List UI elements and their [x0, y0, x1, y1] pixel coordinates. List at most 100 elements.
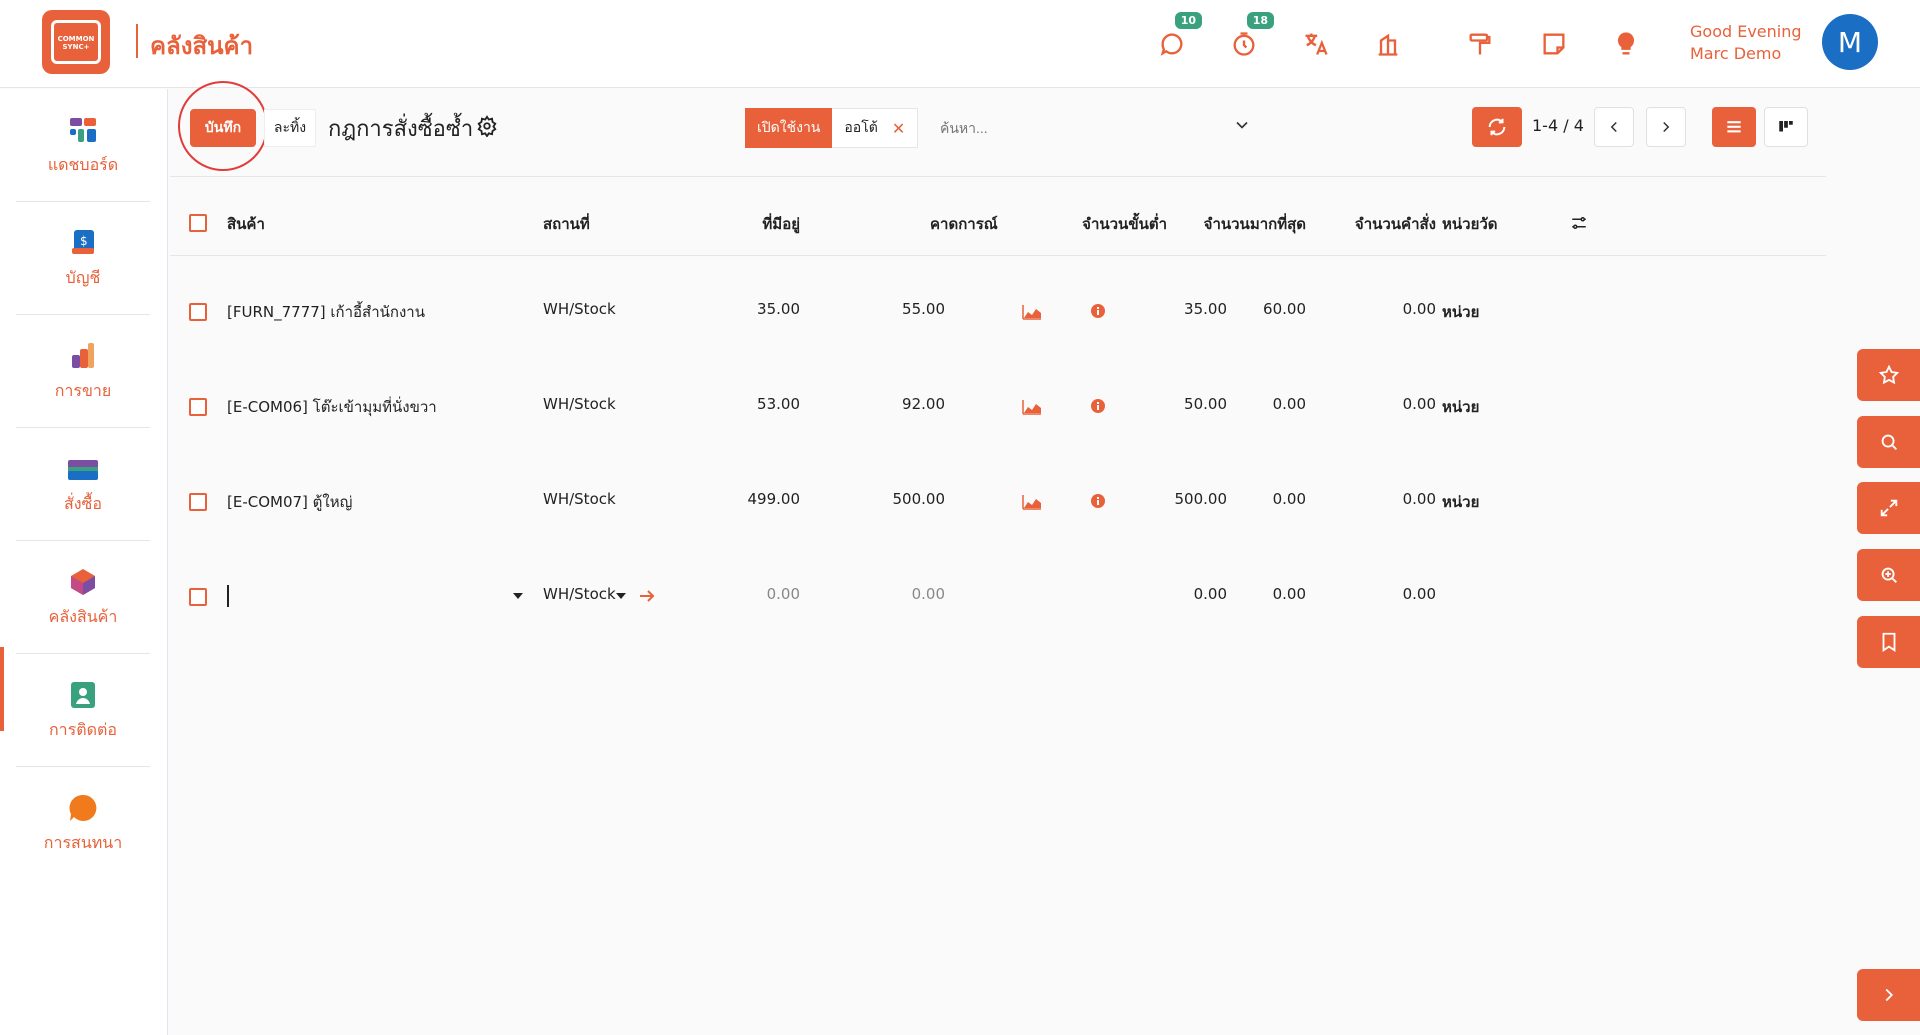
sidebar-item-label: การขาย: [54, 381, 112, 400]
gear-icon[interactable]: [476, 115, 498, 137]
cell-location[interactable]: WH/Stock: [543, 300, 616, 318]
optional-columns-icon[interactable]: [1570, 214, 1588, 232]
cell-product[interactable]: [FURN_7777] เก้าอี้สำนักงาน: [227, 300, 425, 324]
chevron-down-icon[interactable]: [1232, 115, 1252, 135]
caret-down-icon[interactable]: [615, 591, 627, 601]
expand-button[interactable]: [1857, 482, 1920, 534]
cell-max-qty[interactable]: 0.00: [1186, 395, 1306, 413]
new-table-row[interactable]: WH/Stock 0.00 0.00 0.00 0.00 0.00: [170, 549, 1826, 644]
table-row[interactable]: [E-COM06] โต๊ะเข้ามุมที่นั่งขวา WH/Stock…: [170, 359, 1826, 454]
column-max-qty[interactable]: จำนวนมากที่สุด: [1170, 212, 1306, 236]
row-checkbox[interactable]: [189, 398, 207, 416]
cell-location[interactable]: WH/Stock: [543, 395, 616, 413]
paint-roller-icon[interactable]: [1466, 30, 1494, 58]
row-checkbox[interactable]: [189, 303, 207, 321]
timer-icon[interactable]: 18: [1230, 12, 1274, 58]
column-on-hand[interactable]: ที่มีอยู่: [680, 212, 800, 236]
sidebar-item-sales[interactable]: การขาย: [16, 315, 150, 428]
company-icon[interactable]: [1374, 30, 1402, 58]
dashboard-icon: [70, 118, 96, 142]
list-view-button[interactable]: [1712, 107, 1756, 147]
table-row[interactable]: [FURN_7777] เก้าอี้สำนักงาน WH/Stock 35.…: [170, 264, 1826, 359]
discard-button[interactable]: ละทิ้ง: [264, 109, 316, 147]
cell-uom[interactable]: หน่วย: [1442, 490, 1479, 514]
cell-product[interactable]: [E-COM07] ตู้ใหญ่: [227, 490, 352, 514]
expand-panel-button[interactable]: [1857, 969, 1920, 1021]
facet-value-text: ออโต้: [844, 120, 878, 136]
pager-next-button[interactable]: [1646, 107, 1686, 147]
cell-on-hand: 0.00: [766, 585, 800, 603]
sidebar-item-contacts[interactable]: การติดต่อ: [16, 654, 150, 767]
row-checkbox[interactable]: [189, 588, 207, 606]
caret-down-icon[interactable]: [512, 591, 524, 601]
pager-previous-button[interactable]: [1594, 107, 1634, 147]
area-chart-icon[interactable]: [1022, 302, 1042, 320]
cell-on-hand: 499.00: [747, 490, 801, 508]
contacts-icon: [71, 682, 95, 708]
avatar[interactable]: M: [1822, 14, 1878, 70]
divider: [136, 24, 138, 58]
sidebar-item-purchase[interactable]: สั่งซื้อ: [16, 428, 150, 541]
timer-badge: 18: [1246, 12, 1274, 29]
kanban-view-button[interactable]: [1764, 107, 1808, 147]
chat-icon[interactable]: 10: [1158, 12, 1202, 58]
pager-value[interactable]: 1-4 / 4: [1532, 116, 1584, 135]
save-button[interactable]: บันทึก: [190, 109, 256, 147]
chevron-right-icon: [1885, 988, 1893, 1002]
cell-uom[interactable]: หน่วย: [1442, 395, 1479, 419]
cell-max-qty[interactable]: 0.00: [1186, 490, 1306, 508]
select-all-checkbox[interactable]: [189, 214, 207, 232]
refresh-button[interactable]: [1472, 107, 1522, 147]
search-facet: เปิดใช้งาน ออโต้ ✕: [745, 108, 919, 148]
product-input[interactable]: [227, 585, 527, 607]
column-location[interactable]: สถานที่: [543, 212, 590, 236]
table-row[interactable]: [E-COM07] ตู้ใหญ่ WH/Stock 499.00 500.00…: [170, 454, 1826, 549]
cell-location[interactable]: WH/Stock: [543, 490, 616, 508]
sidebar-item-label: บัญชี: [65, 268, 101, 287]
translate-icon[interactable]: [1302, 30, 1330, 58]
close-icon[interactable]: ✕: [892, 119, 905, 138]
bookmark-button[interactable]: [1857, 616, 1920, 668]
sales-icon: [72, 343, 94, 368]
svg-text:$: $: [80, 234, 88, 248]
info-icon[interactable]: [1088, 492, 1108, 510]
zoom-button[interactable]: [1857, 549, 1920, 601]
cell-forecast: 55.00: [902, 300, 945, 318]
info-icon[interactable]: [1088, 302, 1108, 320]
sidebar-item-dashboard[interactable]: แดชบอร์ด: [16, 89, 150, 202]
cell-to-order: 0.00: [1402, 585, 1436, 603]
area-chart-icon[interactable]: [1022, 492, 1042, 510]
cell-max-qty[interactable]: 60.00: [1186, 300, 1306, 318]
cell-uom[interactable]: หน่วย: [1442, 300, 1479, 324]
sidebar-item-inventory[interactable]: คลังสินค้า: [16, 541, 150, 654]
cell-forecast: 0.00: [911, 585, 945, 603]
location-input[interactable]: WH/Stock: [543, 585, 616, 603]
greeting: Good Evening Marc Demo: [1690, 21, 1802, 65]
column-min-qty[interactable]: จำนวนขั้นต่ำ: [1030, 212, 1167, 236]
sidebar-item-discuss[interactable]: การสนทนา: [16, 767, 150, 880]
area-chart-icon[interactable]: [1022, 397, 1042, 415]
search-button[interactable]: [1857, 416, 1920, 468]
cell-product[interactable]: [E-COM06] โต๊ะเข้ามุมที่นั่งขวา: [227, 395, 437, 419]
lightbulb-icon[interactable]: [1612, 30, 1640, 58]
sidebar-item-label: คลังสินค้า: [48, 607, 118, 626]
column-forecast[interactable]: คาดการณ์: [930, 212, 998, 236]
column-to-order[interactable]: จำนวนคำสั่ง: [1306, 212, 1436, 236]
bookmark-icon: [1882, 632, 1895, 652]
column-product[interactable]: สินค้า: [227, 212, 265, 236]
max-qty-input[interactable]: 0.00: [1186, 585, 1306, 603]
sidebar-item-accounting[interactable]: $ บัญชี: [16, 202, 150, 315]
column-uom[interactable]: หน่วยวัด: [1442, 212, 1498, 236]
greeting-line: Good Evening: [1690, 22, 1802, 41]
arrow-right-icon[interactable]: [638, 588, 656, 604]
note-icon[interactable]: [1540, 30, 1568, 58]
inventory-icon: [71, 569, 95, 595]
chevron-right-icon: [1663, 121, 1670, 133]
app-logo[interactable]: COMMON SYNC+: [42, 10, 110, 74]
chevron-left-icon: [1610, 121, 1617, 133]
info-icon[interactable]: [1088, 397, 1108, 415]
sidebar-item-label: สั่งซื้อ: [63, 494, 103, 513]
favorite-button[interactable]: [1857, 349, 1920, 401]
search-input[interactable]: [940, 109, 1240, 147]
row-checkbox[interactable]: [189, 493, 207, 511]
